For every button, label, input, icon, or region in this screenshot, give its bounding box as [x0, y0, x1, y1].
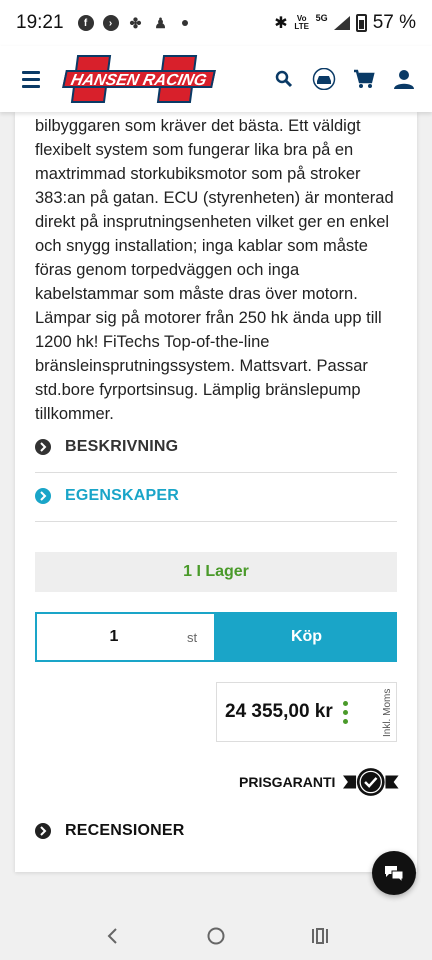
- car-icon[interactable]: [312, 67, 336, 91]
- product-card: bilbyggaren som kräver det bästa. Ett vä…: [15, 112, 417, 872]
- accordion-description-label: BESKRIVNING: [65, 438, 179, 455]
- battery-icon: [355, 14, 367, 32]
- battery-percent: 57 %: [372, 12, 416, 33]
- description-line: kabelstammar som måste dras över motorn.: [35, 285, 358, 303]
- menu-icon[interactable]: [22, 70, 40, 88]
- status-bar: 19:21 f › ✤ ♟ ✱ Vo LTE 5G 57 %: [0, 0, 432, 46]
- description-line: direkt på insprutningsenheten vilket ger…: [35, 213, 390, 231]
- divider: [35, 521, 397, 522]
- chevron-right-icon: [35, 488, 51, 504]
- accordion-reviews-label: RECENSIONER: [65, 822, 185, 839]
- logo[interactable]: HANSEN RACING: [54, 54, 216, 104]
- description-line: 383:an på gatan. ECU (styrenheten) är mo…: [35, 189, 394, 207]
- chevron-right-icon: [35, 439, 51, 455]
- quantity-field[interactable]: 1 st: [35, 612, 216, 662]
- price: 24 355,00 kr: [225, 701, 333, 722]
- description-line: föras genom torpedväggen och inga: [35, 261, 300, 279]
- description-line: bilbyggaren som kräver det bästa. Ett vä…: [35, 117, 361, 135]
- quantity-unit: st: [187, 629, 198, 645]
- signal-icon: [333, 16, 350, 30]
- fan-icon: ✤: [129, 14, 142, 31]
- description-line: std.bore fyrportsinsug. Lämplig bränslep…: [35, 381, 361, 399]
- system-status: ✱ Vo LTE 5G 57 %: [274, 12, 416, 34]
- description-line: och snygg installation; inga kablar som …: [35, 237, 368, 255]
- network-type: 5G: [315, 13, 328, 23]
- description-line: maxtrimmad storkubiksmotor som på stroke…: [35, 165, 361, 183]
- product-description: bilbyggaren som kräver det bästa. Ett vä…: [35, 114, 395, 426]
- notification-icons: f › ✤ ♟: [77, 14, 188, 31]
- chat-icon: [385, 866, 404, 883]
- search-icon[interactable]: [272, 67, 296, 91]
- accordion-features[interactable]: EGENSKAPER: [35, 472, 397, 520]
- vat-label: Inkl. Moms: [382, 688, 393, 738]
- chat-button[interactable]: [372, 851, 416, 895]
- chevron-right-icon: [35, 823, 51, 839]
- accordion-features-label: EGENSKAPER: [65, 487, 180, 504]
- cart-icon[interactable]: [352, 67, 376, 91]
- description-line: 1200 hk! FiTechs Top-of-the-line: [35, 333, 270, 351]
- price-guarantee[interactable]: PRISGARANTI: [215, 762, 399, 802]
- logo-text: HANSEN RACING: [62, 70, 216, 89]
- volte-indicator: Vo LTE: [294, 14, 309, 31]
- back-icon[interactable]: [100, 924, 124, 948]
- stock-dots-icon: [342, 700, 348, 724]
- accordion-reviews[interactable]: RECENSIONER: [35, 807, 397, 855]
- accordion-description[interactable]: BESKRIVNING: [35, 423, 397, 471]
- buy-button[interactable]: Köp: [216, 612, 397, 662]
- quantity-value[interactable]: 1: [37, 628, 187, 646]
- facebook-icon: f: [77, 15, 94, 31]
- description-line: bränsleinsprutningssystem. Mattsvart. Pa…: [35, 357, 368, 375]
- price-box: 24 355,00 kr Inkl. Moms: [216, 682, 397, 742]
- stock-status: 1 I Lager: [35, 552, 397, 592]
- account-icon[interactable]: [392, 67, 416, 91]
- messenger-icon: ›: [102, 15, 119, 31]
- bluetooth-icon: ✱: [274, 15, 288, 32]
- header-actions: [272, 67, 416, 91]
- home-icon[interactable]: [204, 924, 228, 948]
- system-nav-bar: [0, 912, 432, 960]
- price-guarantee-label: PRISGARANTI: [239, 774, 336, 790]
- more-notifications-icon: [181, 20, 188, 26]
- status-time: 19:21: [16, 12, 64, 33]
- description-line: Lämpar sig på motorer från 250 hk ända u…: [35, 309, 382, 327]
- recents-icon[interactable]: [308, 924, 332, 948]
- site-header: HANSEN RACING: [0, 46, 432, 112]
- description-line: flexibelt system som fungerar lika bra p…: [35, 141, 354, 159]
- guarantee-badge-icon: [343, 768, 399, 796]
- app-notification-icon: ♟: [154, 14, 167, 31]
